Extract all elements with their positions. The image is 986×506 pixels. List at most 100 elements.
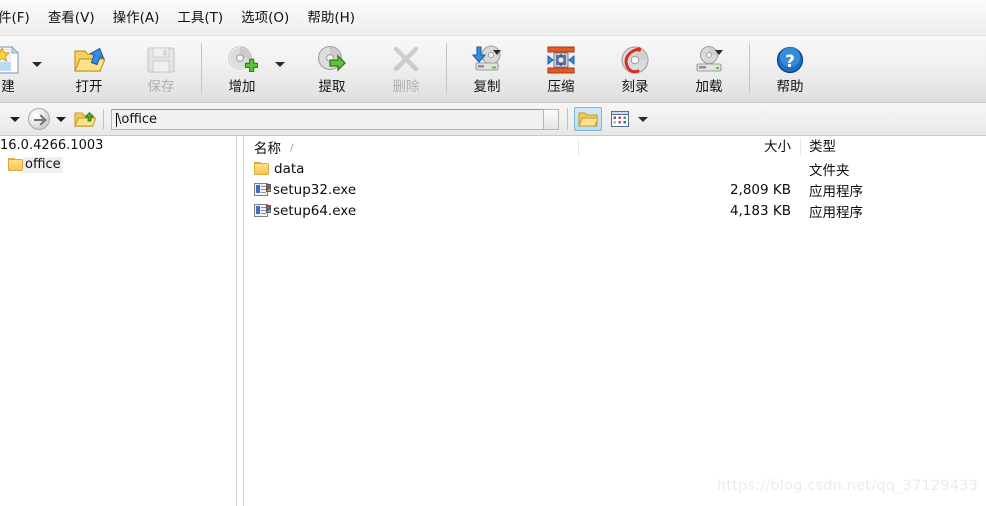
file-type-cell: 文件夹 (809, 162, 850, 179)
compress-button[interactable]: 压缩 (530, 40, 592, 100)
menu-options[interactable]: 选项(O) (232, 7, 298, 29)
path-input[interactable]: \office (111, 108, 544, 130)
file-type-cell: 应用程序 (809, 183, 863, 200)
view-dropdown-caret[interactable] (634, 107, 652, 131)
column-header-name[interactable]: 名称 / (245, 136, 578, 158)
table-row[interactable]: setup32.exe 2,809 KB 应用程序 (245, 179, 986, 200)
delete-x-icon (390, 44, 422, 76)
application-icon (254, 183, 271, 196)
menu-file[interactable]: 件(F) (0, 7, 39, 29)
path-input-value: \office (117, 111, 158, 127)
file-size-cell: 4,183 KB (729, 202, 791, 219)
text-cursor (116, 113, 117, 127)
tree-item-office-label: office (23, 156, 63, 173)
add-button-label: 增加 (228, 79, 256, 95)
file-name-label: data (274, 160, 305, 177)
mount-drive-icon (693, 44, 725, 76)
menu-action[interactable]: 操作(A) (104, 7, 169, 29)
copy-button-label: 复制 (473, 79, 501, 95)
go-forward-button[interactable] (28, 108, 50, 130)
compress-button-label: 压缩 (547, 79, 575, 95)
open-button[interactable]: 打开 (58, 40, 120, 100)
toolbar: 建 打开 保存 增加 提取 删除 复制 压缩 刻录 加载 ? 帮助 (0, 36, 986, 103)
header-divider-1[interactable] (578, 138, 579, 156)
chevron-down-icon (275, 62, 285, 67)
column-header-size[interactable]: 大小 (578, 136, 800, 158)
table-row[interactable]: setup64.exe 4,183 KB 应用程序 (245, 200, 986, 221)
ultraiso-window: 件(F) 查看(V) 操作(A) 工具(T) 选项(O) 帮助(H) 建 打开 … (0, 0, 986, 506)
pane-splitter[interactable] (236, 136, 244, 506)
menu-view[interactable]: 查看(V) (39, 7, 104, 29)
path-dropdown-button[interactable] (544, 108, 559, 130)
folder-icon (254, 162, 269, 175)
copy-disc-icon (471, 44, 503, 76)
file-list-panel[interactable]: 名称 / 大小 类型 data 文件夹 setup32.exe 2,809 KB… (245, 136, 986, 506)
go-dropdown-caret[interactable] (50, 105, 72, 133)
folder-view-button[interactable] (574, 107, 602, 131)
new-button-label: 建 (1, 79, 15, 95)
svg-text:?: ? (785, 52, 795, 72)
folder-icon (8, 158, 23, 171)
new-document-icon (0, 44, 24, 76)
file-size-cell: 2,809 KB (729, 181, 791, 198)
file-name-cell: setup64.exe (245, 203, 578, 219)
floppy-save-icon (145, 44, 177, 76)
extract-disc-icon (316, 44, 348, 76)
address-separator (103, 109, 104, 129)
extract-button[interactable]: 提取 (301, 40, 363, 100)
toolbar-separator-3 (749, 43, 750, 93)
file-name-cell: data (245, 161, 578, 177)
chevron-down-icon (715, 50, 723, 55)
file-list-body: data 文件夹 setup32.exe 2,809 KB 应用程序 setup… (245, 158, 986, 221)
chevron-down-icon (493, 50, 501, 55)
burn-button[interactable]: 刻录 (604, 40, 666, 100)
address-bar: \office (0, 103, 986, 136)
new-dropdown-caret[interactable] (30, 40, 44, 98)
toolbar-separator-1 (201, 43, 202, 93)
extract-button-label: 提取 (318, 79, 346, 95)
details-view-button[interactable] (606, 107, 634, 131)
sort-indicator-icon: / (290, 141, 294, 153)
delete-button-label: 删除 (392, 79, 420, 95)
chevron-down-icon (32, 62, 42, 67)
column-header-name-label: 名称 (254, 141, 281, 157)
application-icon (254, 204, 271, 217)
file-list-header: 名称 / 大小 类型 (245, 136, 986, 158)
add-disc-icon (226, 44, 258, 76)
file-name-label: setup64.exe (273, 202, 357, 219)
tree-root-label: 16.0.4266.1003 (0, 137, 104, 153)
up-one-level-button[interactable] (74, 108, 96, 130)
history-dropdown-caret[interactable] (4, 105, 26, 133)
add-dropdown-caret[interactable] (273, 40, 287, 98)
chevron-down-icon (56, 116, 66, 122)
table-row[interactable]: data 文件夹 (245, 158, 986, 179)
mount-button-label: 加载 (695, 79, 723, 95)
watermark-text: https://blog.csdn.net/qq_37129433 (716, 478, 978, 494)
column-header-type[interactable]: 类型 (800, 136, 980, 158)
file-type-cell: 应用程序 (809, 204, 863, 221)
help-question-icon: ? (774, 44, 806, 76)
tree-item-office[interactable]: office (0, 155, 236, 174)
menu-tools[interactable]: 工具(T) (168, 7, 232, 29)
delete-button[interactable]: 删除 (375, 40, 437, 100)
menu-bar: 件(F) 查看(V) 操作(A) 工具(T) 选项(O) 帮助(H) (0, 0, 986, 36)
copy-button[interactable]: 复制 (456, 40, 518, 100)
compress-icon (545, 44, 577, 76)
header-divider-2[interactable] (800, 138, 801, 156)
save-button[interactable]: 保存 (130, 40, 192, 100)
toolbar-separator-2 (446, 43, 447, 93)
burn-disc-icon (619, 44, 651, 76)
address-separator-2 (567, 108, 568, 130)
folder-tree-panel[interactable]: 16.0.4266.1003 office (0, 136, 236, 506)
help-button[interactable]: ? 帮助 (759, 40, 821, 100)
mount-button[interactable]: 加载 (678, 40, 740, 100)
add-button[interactable]: 增加 (211, 40, 273, 100)
burn-button-label: 刻录 (621, 79, 649, 95)
menu-help[interactable]: 帮助(H) (298, 7, 364, 29)
new-button[interactable]: 建 (0, 40, 30, 100)
help-button-label: 帮助 (776, 79, 804, 95)
open-button-label: 打开 (75, 79, 103, 95)
open-folder-icon (73, 44, 105, 76)
tree-item-root[interactable]: 16.0.4266.1003 (0, 136, 236, 155)
chevron-down-icon (10, 116, 20, 122)
